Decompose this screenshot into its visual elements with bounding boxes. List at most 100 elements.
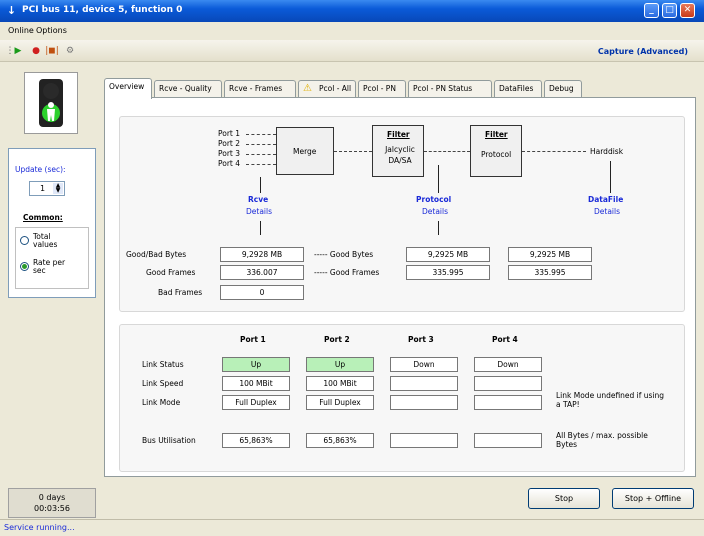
port2-link-speed: 100 MBit: [306, 376, 374, 391]
radio-rate-label: Rate per sec: [33, 258, 66, 275]
goodbad-bytes-label: Good/Bad Bytes: [126, 250, 187, 259]
play-icon[interactable]: ▶: [12, 45, 24, 57]
menu-online[interactable]: Online: [8, 26, 34, 35]
tab-rcve-quality[interactable]: Rcve - Quality: [154, 80, 222, 98]
update-interval-spinner[interactable]: 1 ▲ ▼: [29, 181, 65, 196]
minimize-button[interactable]: _: [644, 3, 659, 18]
runtime-clock: 00:03:56: [34, 504, 70, 513]
rcve-link: [260, 177, 261, 193]
port3-line: [246, 154, 276, 155]
filter-disk-line: [522, 151, 586, 152]
close-button[interactable]: ✕: [680, 3, 695, 18]
rcve-bytes-value: 9,2928 MB: [220, 247, 304, 262]
tab-rcve-frames[interactable]: Rcve - Frames: [224, 80, 296, 98]
port3-header: Port 3: [408, 335, 434, 344]
pipeline-port-2: Port 2: [218, 139, 241, 148]
protocol-title[interactable]: Protocol: [416, 195, 451, 204]
radio-total[interactable]: [20, 236, 29, 245]
spinner-arrows-icon[interactable]: ▲ ▼: [53, 183, 63, 194]
stop-button[interactable]: Stop: [528, 488, 600, 509]
protocol-frames-value: 335.995: [406, 265, 490, 280]
port2-line: [246, 144, 276, 145]
bus-utilisation-note: All Bytes / max. possible Bytes: [556, 431, 648, 449]
merge-filter-line: [334, 151, 372, 152]
filter-protocol-title: Filter: [485, 130, 508, 139]
link-status-label: Link Status: [142, 360, 184, 369]
port3-link-speed: [390, 376, 458, 391]
traffic-light-status: [24, 72, 78, 134]
warning-icon: ⚠: [303, 83, 312, 94]
filter-dasa-box: Filter Jalcyclic DA/SA: [372, 125, 424, 177]
radio-rate[interactable]: [20, 262, 29, 271]
protocol-to-stats-line: [438, 221, 439, 235]
protocol-details-link[interactable]: Details: [422, 207, 448, 216]
maximize-button[interactable]: □: [662, 3, 677, 18]
port1-link-speed: 100 MBit: [222, 376, 290, 391]
port4-bus-utilisation: [474, 433, 542, 448]
port1-link-mode: Full Duplex: [222, 395, 290, 410]
value-mode-group: Total values Rate per sec: [15, 227, 89, 289]
good-bytes-label: ----- Good Bytes: [314, 250, 374, 259]
port3-link-mode: [390, 395, 458, 410]
status-text: Service running...: [4, 523, 75, 532]
protocol-link: [438, 165, 439, 193]
datafile-details-link[interactable]: Details: [594, 207, 620, 216]
common-label: Common:: [23, 213, 63, 222]
rcve-to-stats-line: [260, 221, 261, 235]
tab-overview[interactable]: Overview: [104, 78, 152, 99]
link-mode-note: Link Mode undefined if using a TAP!: [556, 391, 665, 409]
stop-record-icon[interactable]: |◼|: [44, 45, 60, 57]
menu-options[interactable]: Options: [36, 26, 67, 35]
datafile-title[interactable]: DataFile: [588, 195, 623, 204]
pipeline-port-1: Port 1: [218, 129, 241, 138]
settings-icon[interactable]: ⚙: [64, 45, 76, 57]
port3-bus-utilisation: [390, 433, 458, 448]
merge-box: Merge: [276, 127, 334, 175]
update-panel: Update (sec): 1 ▲ ▼ Common: Total values …: [8, 148, 96, 298]
port1-bus-utilisation: 65,863%: [222, 433, 290, 448]
good-frames-label: Good Frames: [146, 268, 196, 277]
harddisk-label: Harddisk: [590, 147, 624, 156]
update-label: Update (sec):: [15, 165, 66, 174]
pipeline-port-4: Port 4: [218, 159, 241, 168]
radio-total-label: Total values: [33, 232, 58, 249]
port2-bus-utilisation: 65,863%: [306, 433, 374, 448]
runtime-days: 0 days: [38, 493, 66, 502]
rcve-details-link[interactable]: Details: [246, 207, 272, 216]
port3-link-status: Down: [390, 357, 458, 372]
port1-link-status: Up: [222, 357, 290, 372]
port1-header: Port 1: [240, 335, 266, 344]
tab-pcol-all-label: Pcol - All: [319, 84, 352, 93]
port4-line: [246, 164, 276, 165]
datafile-bytes-value: 9,2925 MB: [508, 247, 592, 262]
rcve-frames-value: 336.007: [220, 265, 304, 280]
update-interval-value: 1: [40, 184, 46, 193]
record-icon[interactable]: ●: [30, 45, 42, 57]
port4-header: Port 4: [492, 335, 518, 344]
bus-utilisation-label: Bus Utilisation: [142, 436, 196, 445]
runtime-box: 0 days 00:03:56: [8, 488, 96, 518]
capture-mode-label: Capture (Advanced): [597, 47, 688, 56]
link-speed-label: Link Speed: [142, 379, 184, 388]
tab-pcol-pn-status[interactable]: Pcol - PN Status: [408, 80, 492, 98]
status-bar: Service running...: [0, 519, 704, 536]
datafile-frames-value: 335.995: [508, 265, 592, 280]
rcve-title[interactable]: Rcve: [248, 195, 268, 204]
good-frames-label-2: ----- Good Frames: [314, 268, 380, 277]
link-mode-label: Link Mode: [142, 398, 181, 407]
stop-offline-button[interactable]: Stop + Offline: [612, 488, 694, 509]
traffic-light-icon: [39, 79, 63, 127]
port2-link-mode: Full Duplex: [306, 395, 374, 410]
port1-line: [246, 134, 276, 135]
menu-bar: Online Options: [0, 22, 704, 40]
tab-datafiles[interactable]: DataFiles: [494, 80, 542, 98]
title-bar: ↓ PCI bus 11, device 5, function 0 _ □ ✕: [0, 0, 704, 22]
filter-filter-line: [424, 151, 470, 152]
filter-protocol-box: Filter Protocol: [470, 125, 522, 177]
tab-pcol-pn[interactable]: Pcol - PN: [358, 80, 406, 98]
port2-header: Port 2: [324, 335, 350, 344]
tab-pcol-all[interactable]: ⚠ Pcol - All: [298, 80, 356, 98]
app-icon: ↓: [6, 4, 17, 17]
port4-link-status: Down: [474, 357, 542, 372]
tab-debug[interactable]: Debug: [544, 80, 582, 98]
